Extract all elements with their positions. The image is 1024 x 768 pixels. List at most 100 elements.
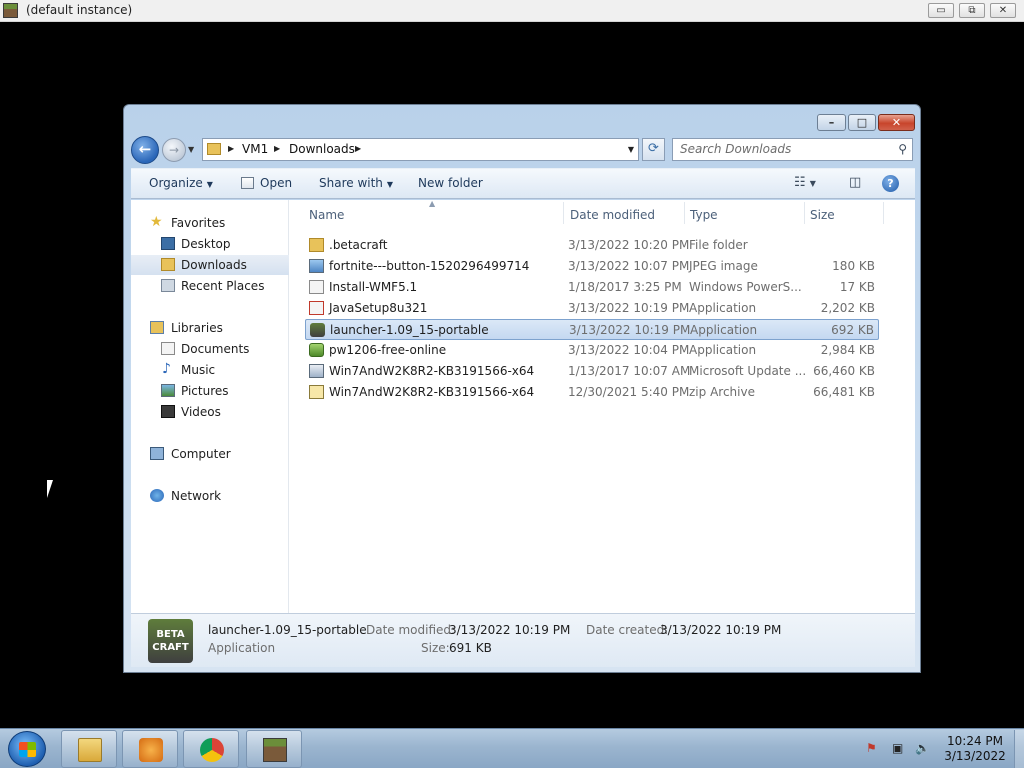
nav-downloads[interactable]: Downloads bbox=[131, 255, 289, 275]
refresh-button[interactable]: ⟳ bbox=[642, 138, 665, 161]
file-size: 2,202 KB bbox=[820, 301, 875, 315]
taskbar: ⚑ ▣ 🔈 10:24 PM 3/13/2022 bbox=[0, 728, 1024, 768]
image-icon bbox=[309, 259, 324, 273]
nav-videos[interactable]: Videos bbox=[131, 402, 289, 422]
nav-recent-places[interactable]: Recent Places bbox=[131, 276, 289, 296]
file-name: fortnite---button-1520296499714 bbox=[329, 259, 530, 273]
outer-minimize-button[interactable]: ▭ bbox=[928, 3, 954, 18]
file-type: JPEG image bbox=[689, 259, 758, 273]
taskbar-explorer-button[interactable] bbox=[61, 730, 117, 768]
clock[interactable]: 10:24 PM 3/13/2022 bbox=[940, 734, 1010, 764]
column-divider[interactable] bbox=[563, 202, 564, 224]
open-button[interactable]: Open bbox=[241, 176, 292, 190]
videos-icon bbox=[161, 405, 175, 418]
breadcrumb-separator-icon[interactable]: ▶ bbox=[228, 144, 234, 153]
betacraft-icon: BETA CRAFT bbox=[148, 619, 193, 663]
view-options-icon[interactable]: ☷ ▼ bbox=[794, 175, 816, 190]
column-size[interactable]: Size bbox=[810, 208, 835, 222]
file-row[interactable]: .betacraft 3/13/2022 10:20 PM File folde… bbox=[305, 235, 879, 256]
column-divider[interactable] bbox=[684, 202, 685, 224]
documents-icon bbox=[161, 342, 175, 355]
network-tray-icon[interactable]: ▣ bbox=[892, 741, 903, 755]
file-list[interactable]: ▲ Name Date modified Type Size .betacraf… bbox=[291, 199, 915, 613]
taskbar-minecraft-button[interactable] bbox=[246, 730, 302, 768]
show-desktop-button[interactable] bbox=[1014, 730, 1024, 768]
recent-places-icon bbox=[161, 279, 175, 292]
folder-icon bbox=[309, 238, 324, 252]
maximize-button[interactable]: □ bbox=[848, 114, 876, 131]
file-type: Application bbox=[689, 301, 757, 315]
minimize-button[interactable]: – bbox=[817, 114, 846, 131]
address-dropdown-icon[interactable]: ▼ bbox=[628, 145, 634, 154]
start-button[interactable] bbox=[8, 731, 46, 767]
mouse-cursor-icon bbox=[47, 480, 59, 498]
volume-icon[interactable]: 🔈 bbox=[915, 741, 930, 755]
breadcrumb-separator-icon[interactable]: ▶ bbox=[274, 144, 280, 153]
minecraft-block-icon bbox=[3, 3, 18, 18]
file-row[interactable]: Install-WMF5.1 1/18/2017 3:25 PM Windows… bbox=[305, 277, 879, 298]
action-center-flag-icon[interactable]: ⚑ bbox=[866, 741, 877, 755]
file-date: 3/13/2022 10:20 PM bbox=[568, 238, 690, 252]
chevron-down-icon: ▼ bbox=[206, 180, 213, 189]
nav-favorites[interactable]: ★ Favorites bbox=[131, 213, 289, 233]
search-box[interactable]: ⚲ bbox=[672, 138, 913, 161]
help-icon[interactable]: ? bbox=[882, 175, 899, 192]
close-button[interactable]: ✕ bbox=[878, 114, 915, 131]
taskbar-media-player-button[interactable] bbox=[122, 730, 178, 768]
file-row[interactable]: JavaSetup8u321 3/13/2022 10:19 PM Applic… bbox=[305, 298, 879, 319]
column-date-modified[interactable]: Date modified bbox=[570, 208, 655, 222]
preview-pane-icon[interactable]: ◫ bbox=[849, 175, 861, 190]
nav-label: Documents bbox=[181, 342, 250, 356]
navigation-pane[interactable]: ★ Favorites Desktop Downloads Recent Pla… bbox=[131, 200, 289, 613]
file-name: launcher-1.09_15-portable bbox=[330, 323, 489, 337]
nav-music[interactable]: ♪ Music bbox=[131, 360, 289, 380]
details-date-modified: 3/13/2022 10:19 PM bbox=[449, 623, 571, 637]
nav-computer[interactable]: Computer bbox=[131, 444, 289, 464]
clock-time: 10:24 PM bbox=[947, 734, 1003, 748]
file-name: pw1206-free-online bbox=[329, 343, 447, 357]
column-name[interactable]: Name bbox=[309, 208, 344, 222]
column-divider[interactable] bbox=[804, 202, 805, 224]
file-row[interactable]: pw1206-free-online 3/13/2022 10:04 PM Ap… bbox=[305, 340, 879, 361]
details-date-created: 3/13/2022 10:19 PM bbox=[660, 623, 782, 637]
outer-close-button[interactable]: ✕ bbox=[990, 3, 1016, 18]
breadcrumb-downloads[interactable]: Downloads bbox=[289, 142, 355, 156]
share-with-button[interactable]: Share with ▼ bbox=[319, 176, 393, 190]
column-type[interactable]: Type bbox=[690, 208, 718, 222]
breadcrumb-vm1[interactable]: VM1 bbox=[242, 142, 268, 156]
file-row-selected[interactable]: launcher-1.09_15-portable 3/13/2022 10:1… bbox=[305, 319, 879, 340]
details-file-type: Application bbox=[208, 641, 276, 655]
organize-button[interactable]: Organize ▼ bbox=[149, 176, 213, 190]
breadcrumb-separator-icon[interactable]: ▶ bbox=[355, 144, 361, 153]
details-size: 691 KB bbox=[449, 641, 492, 655]
file-row[interactable]: fortnite---button-1520296499714 3/13/202… bbox=[305, 256, 879, 277]
nav-label: Videos bbox=[181, 405, 221, 419]
chrome-icon bbox=[200, 738, 224, 762]
nav-network[interactable]: Network bbox=[131, 486, 289, 506]
nav-label: Desktop bbox=[181, 237, 231, 251]
outer-restore-button[interactable]: ⧉ bbox=[959, 3, 985, 18]
back-button[interactable]: ← bbox=[131, 136, 159, 164]
forward-button[interactable]: → bbox=[162, 138, 186, 162]
desktop-icon bbox=[161, 237, 175, 250]
file-type: zip Archive bbox=[689, 385, 755, 399]
search-icon[interactable]: ⚲ bbox=[898, 142, 907, 156]
sort-ascending-icon: ▲ bbox=[429, 199, 436, 208]
command-bar: Organize ▼ Open Share with ▼ New folder ☷ … bbox=[131, 168, 915, 199]
file-size: 2,984 KB bbox=[820, 343, 875, 357]
nav-label: Libraries bbox=[171, 321, 223, 335]
recent-pages-dropdown[interactable]: ▼ bbox=[188, 145, 194, 154]
taskbar-chrome-button[interactable] bbox=[183, 730, 239, 768]
nav-documents[interactable]: Documents bbox=[131, 339, 289, 359]
file-row[interactable]: Win7AndW2K8R2-KB3191566-x64 12/30/2021 5… bbox=[305, 382, 879, 403]
file-row[interactable]: Win7AndW2K8R2-KB3191566-x64 1/13/2017 10… bbox=[305, 361, 879, 382]
file-date: 12/30/2021 5:40 PM bbox=[568, 385, 690, 399]
content-area: ★ Favorites Desktop Downloads Recent Pla… bbox=[131, 199, 915, 613]
column-divider[interactable] bbox=[883, 202, 884, 224]
new-folder-button[interactable]: New folder bbox=[418, 176, 483, 190]
nav-desktop[interactable]: Desktop bbox=[131, 234, 289, 254]
address-bar[interactable]: ▶ VM1 ▶ Downloads ▶ ▼ bbox=[202, 138, 639, 161]
search-input[interactable] bbox=[680, 142, 890, 156]
nav-libraries[interactable]: Libraries bbox=[131, 318, 289, 338]
nav-pictures[interactable]: Pictures bbox=[131, 381, 289, 401]
